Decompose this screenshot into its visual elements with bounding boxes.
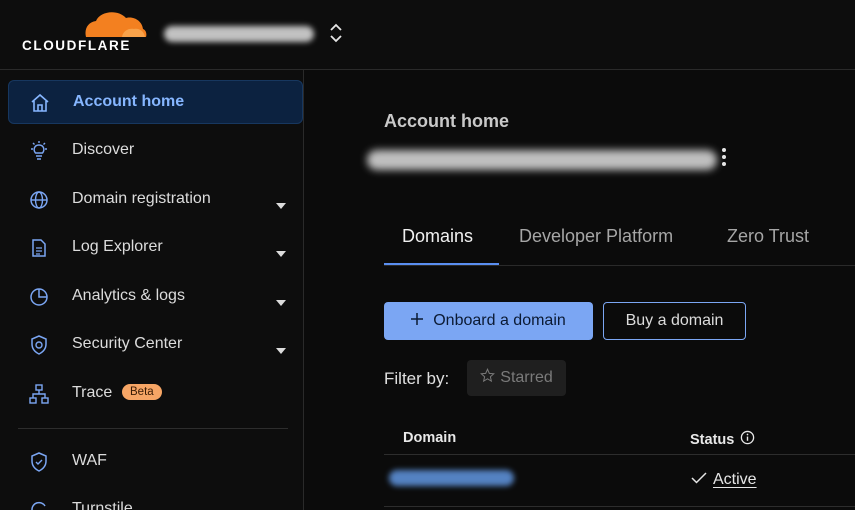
account-switcher-icon[interactable] (327, 22, 345, 44)
info-icon[interactable] (740, 430, 755, 449)
sidebar-item-label: Security Center (72, 335, 183, 352)
pie-chart-icon (28, 286, 50, 308)
domain-name-redacted[interactable] (389, 470, 514, 486)
page-title: Account home (384, 111, 510, 131)
plus-icon (411, 312, 424, 330)
onboard-domain-label: Onboard a domain (433, 312, 566, 329)
account-title-redacted (367, 150, 717, 170)
starred-filter-label: Starred (500, 369, 553, 386)
sidebar-item-label: Turnstile (72, 500, 133, 510)
starred-filter-chip[interactable]: Starred (467, 360, 566, 396)
table-row-divider (384, 506, 855, 507)
status-active-link[interactable]: Active (713, 471, 757, 489)
account-name-redacted[interactable] (164, 26, 314, 42)
table-header-divider (384, 454, 855, 455)
tab-domains[interactable]: Domains (402, 226, 473, 247)
sidebar-item-account-home[interactable]: Account home (8, 80, 303, 124)
tab-zero-trust[interactable]: Zero Trust (727, 226, 809, 247)
chevron-down-icon[interactable] (275, 294, 287, 306)
globe-icon (28, 189, 50, 211)
column-header-status[interactable]: Status (690, 430, 755, 449)
sidebar-item-label: Analytics & logs (72, 287, 185, 304)
sidebar-item-security-center[interactable]: Security Center (8, 323, 303, 367)
tab-bar: Domains Developer Platform Zero Trust (384, 214, 855, 266)
sidebar: Account home Discover Domain registratio… (0, 70, 304, 510)
brand-wordmark: CLOUDFLARE (22, 38, 131, 53)
shield-icon (28, 451, 50, 473)
log-explorer-icon (28, 237, 50, 259)
chevron-down-icon[interactable] (275, 245, 287, 257)
sidebar-item-label: Trace (72, 384, 113, 401)
sidebar-item-discover[interactable]: Discover (8, 129, 303, 173)
cloudflare-cloud-icon (85, 12, 147, 37)
sidebar-item-log-explorer[interactable]: Log Explorer (8, 226, 303, 270)
main-content: Account home Domains Developer Platform … (305, 70, 855, 510)
sidebar-item-turnstile[interactable]: Turnstile (8, 488, 303, 510)
star-icon (480, 368, 496, 388)
checkmark-icon (691, 471, 707, 489)
beta-badge: Beta (122, 384, 162, 400)
security-center-icon (28, 334, 50, 356)
top-bar: CLOUDFLARE (0, 0, 855, 70)
turnstile-icon (28, 499, 50, 510)
more-options-icon[interactable] (720, 148, 728, 168)
status-cell: Active (691, 471, 757, 489)
filter-label: Filter by: (384, 369, 450, 388)
sidebar-divider (18, 428, 288, 429)
sidebar-item-label: Domain registration (72, 190, 211, 207)
sidebar-item-label: Discover (72, 141, 135, 158)
trace-icon (28, 383, 50, 405)
chevron-down-icon[interactable] (275, 342, 287, 354)
cloudflare-logo[interactable]: CLOUDFLARE (22, 9, 147, 55)
home-icon (29, 92, 51, 114)
sidebar-item-label: Account home (73, 93, 185, 110)
sidebar-item-waf[interactable]: WAF (8, 440, 303, 484)
sidebar-item-label: Log Explorer (72, 238, 163, 255)
lightbulb-icon (28, 140, 50, 162)
sidebar-item-label: WAF (72, 452, 107, 469)
buy-domain-button[interactable]: Buy a domain (603, 302, 746, 340)
column-header-domain[interactable]: Domain (403, 430, 456, 446)
status-column-label: Status (690, 431, 735, 448)
tab-developer-platform[interactable]: Developer Platform (519, 226, 673, 247)
sidebar-item-domain-registration[interactable]: Domain registration (8, 178, 303, 222)
sidebar-item-analytics-logs[interactable]: Analytics & logs (8, 275, 303, 319)
onboard-domain-button[interactable]: Onboard a domain (384, 302, 593, 340)
sidebar-item-trace[interactable]: Trace Beta (8, 372, 303, 416)
active-tab-indicator (384, 263, 499, 265)
chevron-down-icon[interactable] (275, 197, 287, 209)
